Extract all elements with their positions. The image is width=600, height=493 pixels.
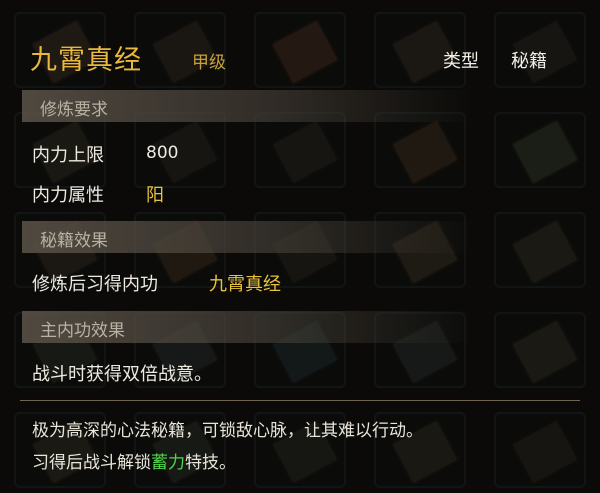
item-tooltip: 九霄真经 甲级 类型 秘籍 修炼要求 内力上限 800 内力属性 阳 秘籍效果 … bbox=[0, 0, 600, 493]
effects-header: 秘籍效果 bbox=[40, 231, 108, 251]
description-line-2: 习得后战斗解锁蓄力特技。 bbox=[32, 448, 236, 473]
requirement-label: 内力上限 bbox=[32, 145, 104, 166]
requirements-header: 修炼要求 bbox=[40, 100, 108, 120]
item-type-label: 类型 bbox=[443, 51, 479, 72]
description-line-2-suffix: 特技。 bbox=[185, 453, 236, 473]
description-line-2-prefix: 习得后战斗解锁 bbox=[32, 453, 151, 473]
item-type-value: 秘籍 bbox=[511, 51, 547, 72]
description-line-1: 极为高深的心法秘籍，可锁敌心脉，让其难以行动。 bbox=[32, 421, 423, 441]
main-effect-header: 主内功效果 bbox=[40, 321, 125, 341]
item-grade: 甲级 bbox=[192, 53, 226, 73]
effect-label: 修炼后习得内功 bbox=[32, 274, 158, 295]
divider bbox=[20, 400, 580, 401]
requirement-value: 阳 bbox=[146, 185, 164, 206]
effect-value: 九霄真经 bbox=[209, 274, 281, 295]
item-name: 九霄真经 bbox=[30, 45, 142, 76]
main-effect-text: 战斗时获得双倍战意。 bbox=[32, 364, 212, 385]
skill-highlight: 蓄力 bbox=[151, 453, 185, 473]
requirement-label: 内力属性 bbox=[32, 185, 104, 206]
requirement-value: 800 bbox=[146, 143, 179, 163]
